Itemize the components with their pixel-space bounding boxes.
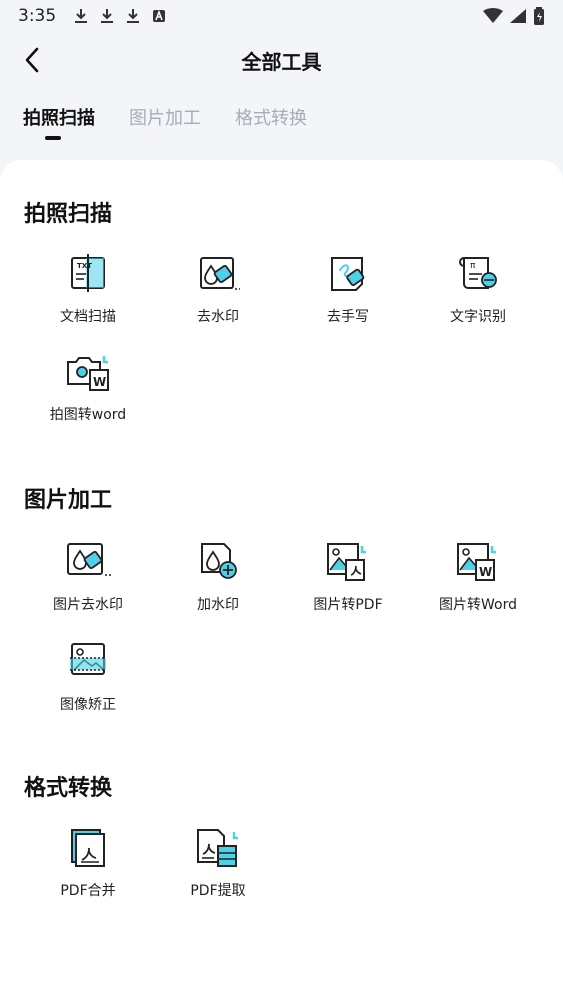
tool-label: 文档扫描 [60,309,116,325]
tool-remove-handwriting[interactable]: 去手写 [283,252,413,326]
add-watermark-icon [201,543,237,579]
tab-photo-scan[interactable]: 拍照扫描 [23,104,95,130]
image-remove-watermark-icon [67,543,111,576]
photo-to-word-icon: W [67,356,109,391]
svg-text:TXT: TXT [77,262,92,270]
tool-image-remove-watermark[interactable]: 图片去水印 [23,540,153,614]
tool-pdf-merge[interactable]: PDF合并 [23,826,153,900]
tool-label: 加水印 [197,597,239,613]
section-title-format-conversion: 格式转换 [24,776,113,801]
tool-text-recognition[interactable]: π 文字识别 [413,252,543,326]
svg-text:W: W [479,565,492,579]
image-to-pdf-icon [327,543,366,581]
tab-bar: 拍照扫描 图片加工 格式转换 [0,104,563,144]
tab-image-processing[interactable]: 图片加工 [129,104,201,130]
section-title-image-processing: 图片加工 [24,488,113,513]
tool-add-watermark[interactable]: 加水印 [153,540,283,614]
download-icon [127,9,140,23]
tools-card: 拍照扫描 TXT 文档扫描 去水印 去手写 π 文字识别 W 拍图转word 图… [0,160,563,1000]
battery-icon [534,7,544,25]
pdf-extract-icon [197,829,238,867]
tool-label: 图片转PDF [313,597,383,613]
tool-label: 图片去水印 [53,597,123,613]
tool-label: 文字识别 [450,309,506,325]
document-scan-icon: TXT [71,254,105,292]
download-icon [75,9,88,23]
svg-text:W: W [93,375,106,389]
tab-format-conversion[interactable]: 格式转换 [235,104,307,130]
section-title-photo-scan: 拍照扫描 [24,202,113,227]
cellular-signal-icon [510,9,526,23]
image-correction-icon [70,643,106,675]
tool-label: 图像矫正 [60,697,116,713]
tool-pdf-extract[interactable]: PDF提取 [153,826,283,900]
tool-image-to-pdf[interactable]: 图片转PDF [283,540,413,614]
text-recognition-icon: π [459,257,497,289]
status-time: 3:35 [18,6,57,26]
tool-image-correction[interactable]: 图像矫正 [23,640,153,714]
tool-label: 去手写 [327,309,369,325]
pdf-merge-icon [71,829,105,867]
tool-image-to-word[interactable]: W 图片转Word [413,540,543,614]
tool-photo-to-word[interactable]: W 拍图转word [23,354,153,424]
nav-bar: 全部工具 [0,36,563,84]
tool-label: PDF提取 [190,883,246,899]
tool-label: 去水印 [197,309,239,325]
tab-indicator [45,136,61,140]
tool-remove-watermark[interactable]: 去水印 [153,252,283,326]
download-icon [101,9,114,23]
tool-document-scan[interactable]: TXT 文档扫描 [23,252,153,326]
remove-watermark-icon [200,257,240,290]
wifi-icon [483,8,503,23]
keyboard-a-icon [153,9,166,22]
svg-text:π: π [470,261,476,271]
tool-label: PDF合并 [60,883,116,899]
status-bar: 3:35 [0,0,563,32]
remove-handwriting-icon [331,257,365,291]
image-to-word-icon: W [457,543,496,581]
tool-label: 拍图转word [49,407,127,423]
tool-label: 图片转Word [439,597,517,613]
page-title: 全部工具 [241,50,322,74]
